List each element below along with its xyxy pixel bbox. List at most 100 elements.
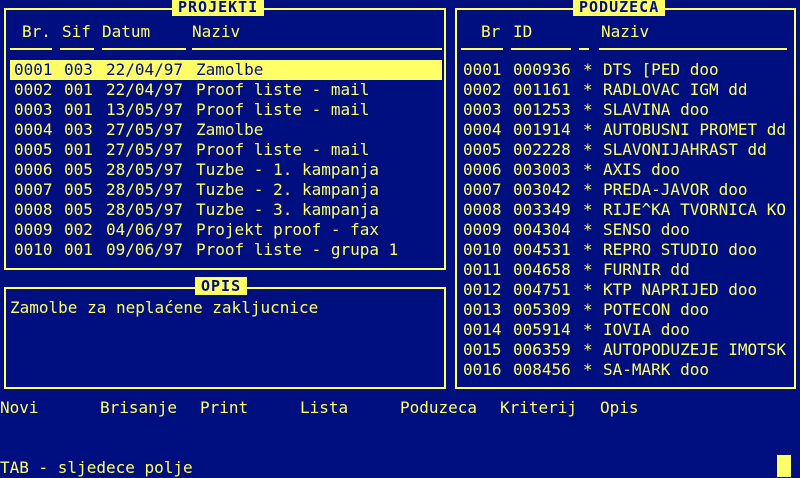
- opis-panel: OPIS Zamolbe za neplaćene zakljucnice: [4, 277, 446, 389]
- poduzece-cell-br: 0002: [463, 80, 502, 99]
- projekti-panel: PROJEKTI Br. Sif Datum Naziv 0001 003 22/0…: [4, 0, 446, 270]
- poduzece-cell-id: 003042: [513, 180, 571, 199]
- poduzece-cell-naziv: REPRO STUDIO doo: [603, 240, 758, 259]
- poduzece-cell-id: 008456: [513, 360, 571, 379]
- poduzece-cell-mark: *: [583, 100, 593, 119]
- poduzece-row[interactable]: 0002 001161 * RADLOVAC IGM dd: [461, 80, 791, 100]
- projekti-title: PROJEKTI: [172, 0, 265, 16]
- projekt-cell-br: 0006: [14, 160, 53, 179]
- poduzece-cell-naziv: RIJE^KA TVORNICA KO: [603, 200, 787, 219]
- poduzece-cell-naziv: DTS [PED doo: [603, 60, 719, 79]
- poduzece-row[interactable]: 0004 001914 * AUTOBUSNI PROMET dd: [461, 120, 791, 140]
- poduzece-row[interactable]: 0007 003042 * PREDA-JAVOR doo: [461, 180, 791, 200]
- projekt-cell-br: 0002: [14, 80, 53, 99]
- poduzece-cell-br: 0008: [463, 200, 502, 219]
- poduzece-cell-mark: *: [583, 120, 593, 139]
- poduzece-cell-mark: *: [583, 300, 593, 319]
- projekt-row[interactable]: 0002 001 22/04/97 Proof liste - mail: [10, 80, 442, 100]
- poduzeca-panel: PODUZECA Br ID Naziv 0001 000936 * DTS [PED…: [455, 0, 796, 389]
- command-menu: Novi Brisanje Print Lista Poduzeca Krite…: [0, 398, 800, 418]
- projekt-row[interactable]: 0007 005 28/05/97 Tuzbe - 2. kampanja: [10, 180, 442, 200]
- poduzece-cell-mark: *: [583, 220, 593, 239]
- poduzece-cell-naziv: IOVIA doo: [603, 320, 690, 339]
- projekt-row[interactable]: 0006 005 28/05/97 Tuzbe - 1. kampanja: [10, 160, 442, 180]
- projekt-row[interactable]: 0010 001 09/06/97 Proof liste - grupa 1: [10, 240, 442, 260]
- menu-brisanje[interactable]: Brisanje: [100, 398, 177, 418]
- poduzece-cell-id: 000936: [513, 60, 571, 79]
- poduzece-cell-br: 0016: [463, 360, 502, 379]
- projekt-cell-br: 0007: [14, 180, 53, 199]
- header-rule: [192, 48, 442, 50]
- projekt-row[interactable]: 0003 001 13/05/97 Proof liste - mail: [10, 100, 442, 120]
- projekt-row[interactable]: 0008 005 28/05/97 Tuzbe - 3. kampanja: [10, 200, 442, 220]
- poduzece-row[interactable]: 0016 008456 * SA-MARK doo: [461, 360, 791, 380]
- poduzece-cell-id: 004751: [513, 280, 571, 299]
- poduzece-cell-naziv: AUTOBUSNI PROMET dd: [603, 120, 787, 139]
- col-header-naziv: Naziv: [192, 22, 241, 41]
- projekt-cell-sif: 005: [64, 180, 93, 199]
- poduzece-row[interactable]: 0014 005914 * IOVIA doo: [461, 320, 791, 340]
- projekt-cell-sif: 005: [64, 200, 93, 219]
- header-rule: [511, 48, 571, 50]
- menu-lista[interactable]: Lista: [300, 398, 348, 418]
- projekt-cell-br: 0005: [14, 140, 53, 159]
- poduzece-cell-br: 0006: [463, 160, 502, 179]
- projekt-cell-br: 0003: [14, 100, 53, 119]
- projekt-cell-naziv: Zamolbe: [196, 120, 264, 139]
- poduzece-cell-id: 002228: [513, 140, 571, 159]
- menu-print[interactable]: Print: [200, 398, 248, 418]
- projekt-cell-sif: 001: [64, 140, 93, 159]
- poduzece-cell-br: 0001: [463, 60, 502, 79]
- poduzece-row[interactable]: 0005 002228 * SLAVONIJAHRAST dd: [461, 140, 791, 160]
- col-header-datum: Datum: [102, 22, 151, 41]
- poduzece-cell-naziv: SLAVINA doo: [603, 100, 709, 119]
- poduzece-cell-br: 0007: [463, 180, 502, 199]
- poduzece-cell-br: 0012: [463, 280, 502, 299]
- poduzece-cell-naziv: SENSO doo: [603, 220, 690, 239]
- poduzece-cell-mark: *: [583, 280, 593, 299]
- poduzece-row[interactable]: 0001 000936 * DTS [PED doo: [461, 60, 791, 80]
- poduzece-cell-naziv: SLAVONIJAHRAST dd: [603, 140, 767, 159]
- menu-poduzeca[interactable]: Poduzeca: [400, 398, 477, 418]
- projekt-cell-datum: 28/05/97: [106, 160, 184, 179]
- projekt-cell-naziv: Tuzbe - 1. kampanja: [196, 160, 380, 179]
- projekt-cell-datum: 27/05/97: [106, 140, 184, 159]
- poduzece-cell-mark: *: [583, 180, 593, 199]
- poduzece-row[interactable]: 0011 004658 * FURNIR dd: [461, 260, 791, 280]
- projekt-cell-sif: 002: [64, 220, 93, 239]
- projekt-cell-datum: 22/04/97: [106, 80, 184, 99]
- projekt-row[interactable]: 0009 002 04/06/97 Projekt proof - fax: [10, 220, 442, 240]
- projekt-cell-br: 0004: [14, 120, 53, 139]
- header-rule: [599, 48, 787, 50]
- poduzece-row[interactable]: 0015 006359 * AUTOPODUZEJE IMOTSK: [461, 340, 791, 360]
- poduzece-row[interactable]: 0003 001253 * SLAVINA doo: [461, 100, 791, 120]
- opis-text[interactable]: Zamolbe za neplaćene zakljucnice: [10, 298, 318, 318]
- col-header-naziv: Naziv: [601, 22, 650, 41]
- poduzece-cell-mark: *: [583, 260, 593, 279]
- poduzece-cell-br: 0005: [463, 140, 502, 159]
- poduzece-cell-id: 003003: [513, 160, 571, 179]
- poduzece-row[interactable]: 0010 004531 * REPRO STUDIO doo: [461, 240, 791, 260]
- poduzece-row[interactable]: 0009 004304 * SENSO doo: [461, 220, 791, 240]
- projekti-list[interactable]: 0001 003 22/04/97 Zamolbe 0002 001 22/04/97 Pro…: [10, 60, 442, 260]
- opis-title: OPIS: [195, 277, 248, 295]
- poduzece-row[interactable]: 0006 003003 * AXIS doo: [461, 160, 791, 180]
- poduzece-row[interactable]: 0008 003349 * RIJE^KA TVORNICA KO: [461, 200, 791, 220]
- projekt-cell-naziv: Proof liste - mail: [196, 140, 370, 159]
- header-rule: [579, 48, 589, 50]
- projekt-cell-naziv: Projekt proof - fax: [196, 220, 380, 239]
- poduzece-cell-id: 004304: [513, 220, 571, 239]
- poduzece-row[interactable]: 0013 005309 * POTECON doo: [461, 300, 791, 320]
- projekt-cell-sif: 003: [64, 60, 93, 79]
- projekt-row[interactable]: 0001 003 22/04/97 Zamolbe: [10, 60, 442, 80]
- menu-kriterij[interactable]: Kriterij: [500, 398, 577, 418]
- menu-opis[interactable]: Opis: [600, 398, 639, 418]
- projekt-cell-naziv: Proof liste - mail: [196, 100, 370, 119]
- menu-novi[interactable]: Novi: [0, 398, 39, 418]
- poduzece-cell-mark: *: [583, 80, 593, 99]
- poduzece-row[interactable]: 0012 004751 * KTP NAPRIJED doo: [461, 280, 791, 300]
- poduzeca-list[interactable]: 0001 000936 * DTS [PED doo 0002 001161 * RADLOV…: [461, 60, 791, 380]
- projekt-row[interactable]: 0004 003 27/05/97 Zamolbe: [10, 120, 442, 140]
- projekt-row[interactable]: 0005 001 27/05/97 Proof liste - mail: [10, 140, 442, 160]
- col-header-br: Br.: [22, 22, 51, 41]
